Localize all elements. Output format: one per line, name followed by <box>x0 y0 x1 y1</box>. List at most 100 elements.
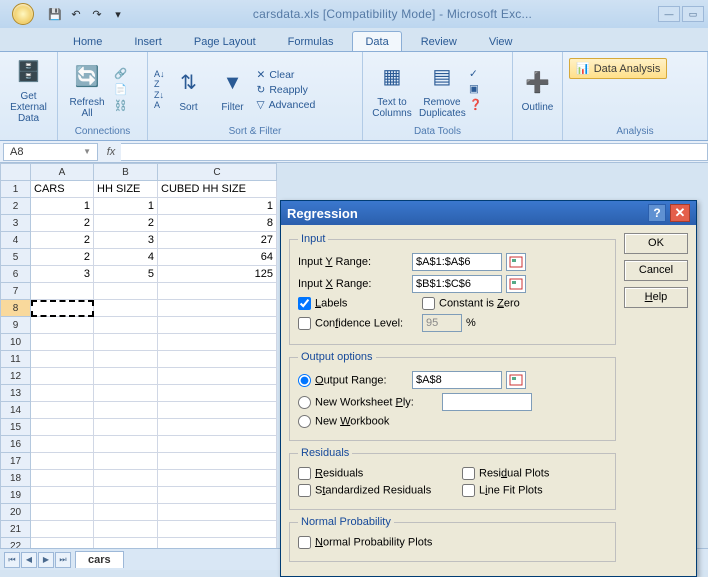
row-header-21[interactable]: 21 <box>1 521 31 538</box>
cell-C2[interactable]: 1 <box>158 198 277 215</box>
cancel-button[interactable]: Cancel <box>624 260 688 281</box>
cell-B2[interactable]: 1 <box>94 198 158 215</box>
cell-B17[interactable] <box>94 453 158 470</box>
cell-B21[interactable] <box>94 521 158 538</box>
cell-A9[interactable] <box>31 317 94 334</box>
dialog-help-icon[interactable]: ? <box>648 204 666 222</box>
row-header-1[interactable]: 1 <box>1 181 31 198</box>
confidence-input[interactable] <box>422 314 462 332</box>
worksheet-name-input[interactable] <box>442 393 532 411</box>
cell-B16[interactable] <box>94 436 158 453</box>
col-header-A[interactable]: A <box>31 164 94 181</box>
minimize-button[interactable]: — <box>658 6 680 22</box>
row-header-7[interactable]: 7 <box>1 283 31 300</box>
cell-A15[interactable] <box>31 419 94 436</box>
refresh-all-button[interactable]: 🔄Refresh All <box>64 61 110 119</box>
restore-button[interactable]: ▭ <box>682 6 704 22</box>
row-header-17[interactable]: 17 <box>1 453 31 470</box>
tab-data[interactable]: Data <box>352 31 401 51</box>
cell-A12[interactable] <box>31 368 94 385</box>
cell-A18[interactable] <box>31 470 94 487</box>
tab-formulas[interactable]: Formulas <box>275 31 347 51</box>
constant-zero-checkbox[interactable]: Constant is Zero <box>422 297 520 310</box>
fx-icon[interactable]: fx <box>101 146 121 158</box>
cell-A19[interactable] <box>31 487 94 504</box>
cell-A14[interactable] <box>31 402 94 419</box>
cell-B11[interactable] <box>94 351 158 368</box>
cell-C14[interactable] <box>158 402 277 419</box>
cell-B4[interactable]: 3 <box>94 232 158 249</box>
consolidate-button[interactable]: ▣ <box>469 83 482 95</box>
row-header-2[interactable]: 2 <box>1 198 31 215</box>
clear-button[interactable]: ✕ Clear <box>257 69 316 81</box>
whatif-button[interactable]: ❓ <box>469 98 482 111</box>
get-external-data-button[interactable]: 🗄️Get External Data <box>6 55 51 124</box>
cell-B7[interactable] <box>94 283 158 300</box>
cell-C8[interactable] <box>158 300 277 317</box>
tab-view[interactable]: View <box>476 31 526 51</box>
sheet-nav-next[interactable]: ▶ <box>38 552 54 568</box>
cell-C9[interactable] <box>158 317 277 334</box>
cell-C21[interactable] <box>158 521 277 538</box>
row-header-16[interactable]: 16 <box>1 436 31 453</box>
cell-C16[interactable] <box>158 436 277 453</box>
row-header-18[interactable]: 18 <box>1 470 31 487</box>
cell-C4[interactable]: 27 <box>158 232 277 249</box>
confidence-checkbox[interactable]: Confidence Level: <box>298 317 418 330</box>
redo-icon[interactable]: ↷ <box>88 5 106 23</box>
output-range-input[interactable] <box>412 371 502 389</box>
cell-B14[interactable] <box>94 402 158 419</box>
formula-input[interactable] <box>121 143 708 161</box>
cell-A20[interactable] <box>31 504 94 521</box>
row-header-8[interactable]: 8 <box>1 300 31 317</box>
cell-B20[interactable] <box>94 504 158 521</box>
row-header-10[interactable]: 10 <box>1 334 31 351</box>
input-y-range[interactable] <box>412 253 502 271</box>
cell-C11[interactable] <box>158 351 277 368</box>
cell-B13[interactable] <box>94 385 158 402</box>
row-header-13[interactable]: 13 <box>1 385 31 402</box>
row-header-6[interactable]: 6 <box>1 266 31 283</box>
qat-dropdown-icon[interactable]: ▾ <box>109 5 127 23</box>
cell-C12[interactable] <box>158 368 277 385</box>
cell-A16[interactable] <box>31 436 94 453</box>
residual-plots-checkbox[interactable]: Residual Plots <box>462 467 549 480</box>
row-header-9[interactable]: 9 <box>1 317 31 334</box>
dialog-close-button[interactable]: ✕ <box>670 204 690 222</box>
refselect-out-button[interactable] <box>506 371 526 389</box>
std-residuals-checkbox[interactable]: Standardized Residuals <box>298 484 458 497</box>
edit-links-button[interactable]: ⛓️ <box>114 99 127 112</box>
cell-A10[interactable] <box>31 334 94 351</box>
advanced-button[interactable]: ▽ Advanced <box>257 99 316 111</box>
sheet-nav-last[interactable]: ⏭ <box>55 552 71 568</box>
row-header-5[interactable]: 5 <box>1 249 31 266</box>
cell-B18[interactable] <box>94 470 158 487</box>
outline-button[interactable]: ➕Outline <box>519 66 556 113</box>
row-header-4[interactable]: 4 <box>1 232 31 249</box>
cell-B3[interactable]: 2 <box>94 215 158 232</box>
dialog-titlebar[interactable]: Regression ? ✕ <box>281 201 696 225</box>
tab-insert[interactable]: Insert <box>121 31 175 51</box>
row-header-15[interactable]: 15 <box>1 419 31 436</box>
cell-A2[interactable]: 1 <box>31 198 94 215</box>
cell-B15[interactable] <box>94 419 158 436</box>
cell-A8[interactable] <box>31 300 94 317</box>
data-analysis-button[interactable]: 📊Data Analysis <box>569 58 667 79</box>
connections-button[interactable]: 🔗 <box>114 67 127 80</box>
cell-B1[interactable]: HH SIZE <box>94 181 158 198</box>
tab-home[interactable]: Home <box>60 31 115 51</box>
row-header-20[interactable]: 20 <box>1 504 31 521</box>
name-box[interactable]: A8▼ <box>3 143 98 161</box>
cell-C10[interactable] <box>158 334 277 351</box>
cell-A5[interactable]: 2 <box>31 249 94 266</box>
cell-A21[interactable] <box>31 521 94 538</box>
cell-A17[interactable] <box>31 453 94 470</box>
cell-C13[interactable] <box>158 385 277 402</box>
save-icon[interactable]: 💾 <box>46 5 64 23</box>
properties-button[interactable]: 📄 <box>114 83 127 96</box>
cell-B12[interactable] <box>94 368 158 385</box>
cell-B9[interactable] <box>94 317 158 334</box>
cell-A13[interactable] <box>31 385 94 402</box>
new-workbook-radio[interactable]: New Workbook <box>298 415 389 428</box>
cell-C15[interactable] <box>158 419 277 436</box>
